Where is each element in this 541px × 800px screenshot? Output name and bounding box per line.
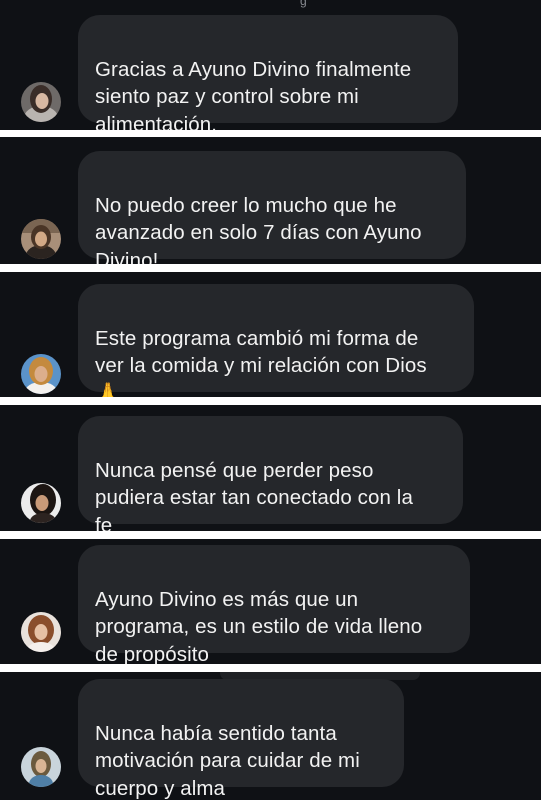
message-bubble-5: Ayuno Divino es más que un programa, es … <box>78 545 470 664</box>
avatar-woman-2-icon <box>21 219 61 259</box>
testimonial-panel-6: Nunca había sentido tanta motivación par… <box>0 672 541 800</box>
testimonial-panel-5: Ayuno Divino es más que un programa, es … <box>0 539 541 664</box>
message-text-4: Nunca pensé que perder peso pudiera esta… <box>95 458 413 532</box>
message-bubble-6: Nunca había sentido tanta motivación par… <box>78 679 404 800</box>
message-text-1: Gracias a Ayuno Divino finalmente siento… <box>95 57 412 131</box>
avatar-woman-1-icon <box>21 82 61 122</box>
testimonial-panel-2: No puedo creer lo mucho que he avanzado … <box>0 137 541 264</box>
message-text-5: Ayuno Divino es más que un programa, es … <box>95 587 423 665</box>
testimonial-panel-4: Nunca pensé que perder peso pudiera esta… <box>0 405 541 531</box>
message-bubble-1: Gracias a Ayuno Divino finalmente siento… <box>78 15 458 130</box>
avatar-5[interactable] <box>21 612 61 652</box>
testimonial-panel-1: g Gracias a Ayuno Divino finalmente sien… <box>0 0 541 130</box>
avatar-6[interactable] <box>21 747 61 787</box>
avatar-3[interactable] <box>21 354 61 394</box>
avatar-woman-6-icon <box>21 747 61 787</box>
avatar-woman-3-icon <box>21 354 61 394</box>
message-text-3: Este programa cambió mi forma de ver la … <box>95 326 427 398</box>
message-bubble-3: Este programa cambió mi forma de ver la … <box>78 284 474 397</box>
avatar-woman-4-icon <box>21 483 61 523</box>
avatar-4[interactable] <box>21 483 61 523</box>
message-text-2: No puedo creer lo mucho que he avanzado … <box>95 193 422 265</box>
avatar-1[interactable] <box>21 82 61 122</box>
cropped-text-fragment: g <box>300 0 307 8</box>
message-bubble-2: No puedo creer lo mucho que he avanzado … <box>78 151 466 264</box>
avatar-2[interactable] <box>21 219 61 259</box>
message-text-6: Nunca había sentido tanta motivación par… <box>95 721 360 800</box>
avatar-woman-5-icon <box>21 612 61 652</box>
message-bubble-4: Nunca pensé que perder peso pudiera esta… <box>78 416 463 531</box>
testimonial-panel-3: Este programa cambió mi forma de ver la … <box>0 272 541 397</box>
